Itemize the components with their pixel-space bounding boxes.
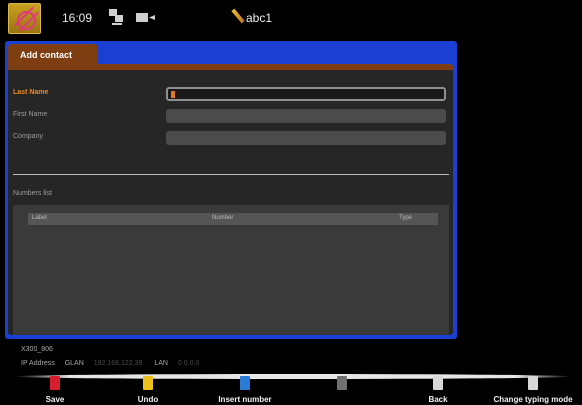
add-contact-panel: Add contact Last Name First Name Company…	[5, 41, 457, 339]
change-typing-mode-button-label: Change typing mode	[493, 395, 573, 404]
text-cursor	[171, 91, 175, 98]
tab-add-contact[interactable]: Add contact	[8, 44, 98, 65]
form-area: Last Name First Name Company Numbers lis…	[8, 64, 453, 335]
ip-address-row: IP Address GLAN 192.168.122.39 LAN 0.0.0…	[21, 360, 209, 367]
softkey-bar: Save Undo Insert number Back Change typi…	[0, 374, 582, 405]
change-typing-mode-button[interactable]: Change typing mode	[488, 376, 578, 405]
typing-mode-indicator: abc1	[246, 11, 273, 25]
first-name-field[interactable]	[166, 109, 446, 123]
divider	[13, 174, 449, 175]
device-name: X300_806	[21, 346, 53, 353]
column-number: Number	[212, 215, 234, 221]
company-label: Company	[13, 133, 43, 140]
insert-number-button-label: Insert number	[218, 395, 272, 404]
numbers-list-header: Label Number Type	[28, 213, 438, 225]
typing-mode-key-icon	[528, 376, 538, 390]
insert-number-button[interactable]: Insert number	[200, 376, 290, 405]
column-label: Label	[32, 215, 47, 221]
yellow-key-icon	[143, 376, 153, 390]
company-field[interactable]	[166, 131, 446, 145]
unassigned-softkey[interactable]	[297, 376, 387, 405]
clock: 16:09	[62, 11, 93, 25]
glan-value: 192.168.122.39	[93, 360, 143, 367]
numbers-list-title: Numbers list	[13, 190, 52, 197]
save-button-label: Save	[45, 395, 65, 404]
back-key-icon	[433, 376, 443, 390]
red-key-icon	[50, 376, 60, 390]
video-icon	[136, 12, 156, 23]
grey-key-icon	[337, 376, 347, 390]
lan-value: 0.0.0.0	[177, 360, 200, 367]
network-icon	[108, 8, 124, 26]
last-name-label: Last Name	[13, 89, 49, 96]
status-bar: 16:09 abc1	[0, 0, 582, 38]
lan-label: LAN	[154, 360, 168, 367]
blue-key-icon	[240, 376, 250, 390]
back-button[interactable]: Back	[393, 376, 483, 405]
ip-address-label: IP Address	[21, 360, 55, 367]
column-type: Type	[399, 215, 413, 221]
glan-label: GLAN	[64, 360, 84, 367]
app-logo-icon[interactable]	[8, 3, 41, 34]
first-name-label: First Name	[13, 111, 48, 118]
back-button-label: Back	[428, 395, 448, 404]
undo-button-label: Undo	[137, 395, 159, 404]
numbers-list[interactable]: Label Number Type	[13, 205, 449, 335]
pen-icon	[231, 9, 245, 25]
save-button[interactable]: Save	[10, 376, 100, 405]
last-name-field[interactable]	[166, 87, 446, 101]
undo-button[interactable]: Undo	[103, 376, 193, 405]
